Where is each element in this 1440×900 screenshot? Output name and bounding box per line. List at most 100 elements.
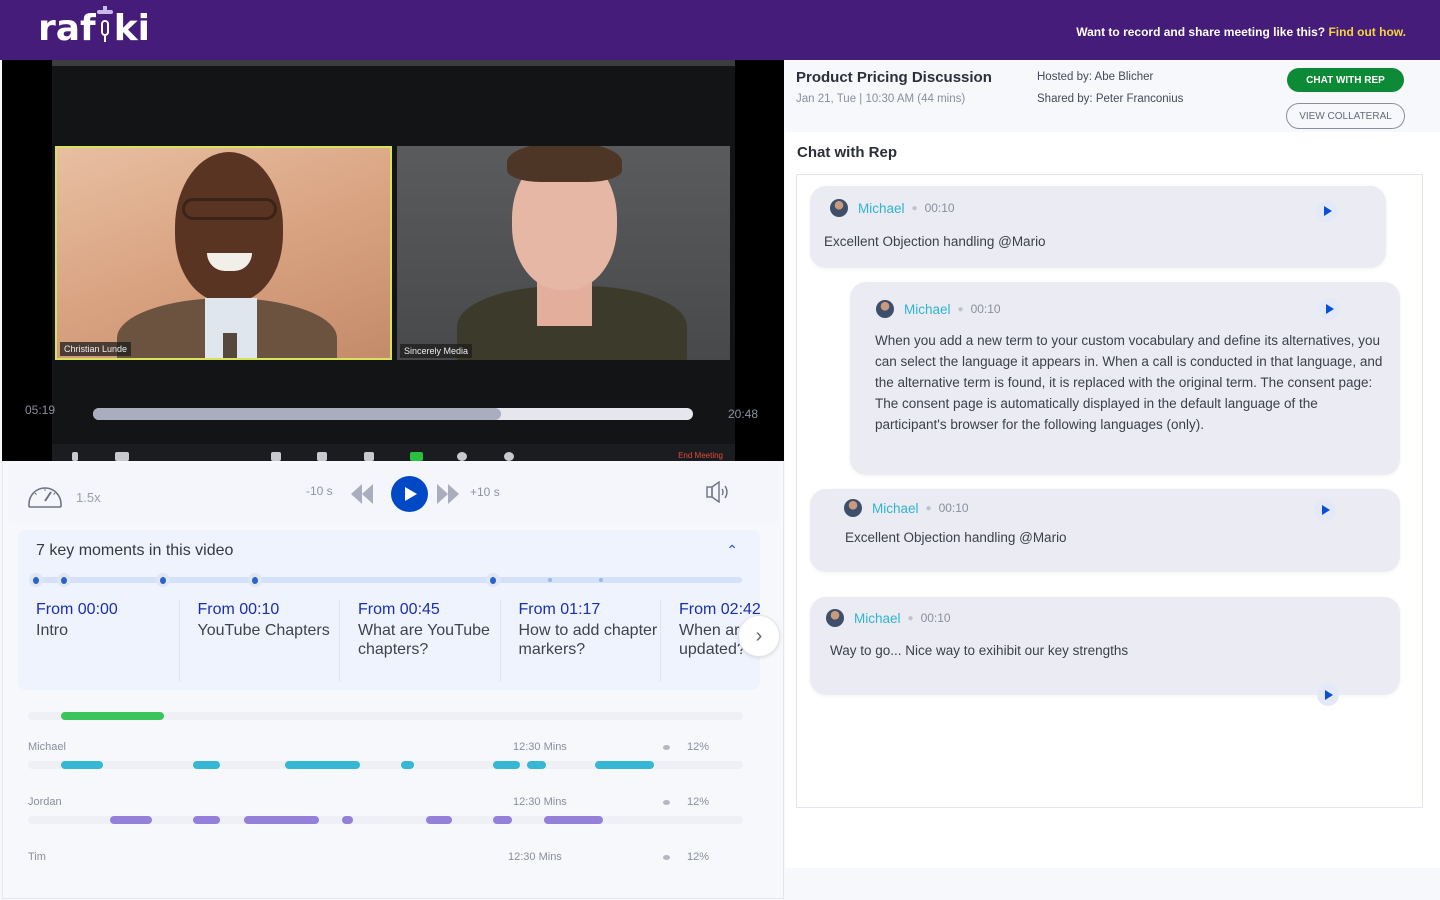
speaker-segment[interactable] xyxy=(425,816,452,824)
speaker-segment[interactable] xyxy=(109,816,152,824)
key-moment-time[interactable]: From 01:17 xyxy=(519,600,660,620)
key-moments-list: From 00:00 Intro From 00:10 YouTube Chapter… xyxy=(18,600,760,682)
key-moment-marker[interactable] xyxy=(594,573,608,587)
play-message-button[interactable] xyxy=(1318,298,1340,320)
speaker-name: Tim xyxy=(28,851,46,863)
play-message-button[interactable] xyxy=(1316,200,1338,222)
speaker-segment[interactable] xyxy=(401,761,415,769)
participant-hair xyxy=(507,146,622,182)
key-moment-item[interactable]: From 00:00 Intro xyxy=(18,600,178,682)
speaker-segment[interactable] xyxy=(493,761,520,769)
chevron-up-icon[interactable]: ⌃ xyxy=(726,542,738,559)
participants-icon xyxy=(317,452,327,461)
key-moment-marker[interactable] xyxy=(543,573,557,587)
participant-video-image xyxy=(175,152,283,302)
participant-tie xyxy=(223,333,237,358)
speaker-segment[interactable] xyxy=(193,761,220,769)
skip-forward-label[interactable]: +10 s xyxy=(470,485,500,499)
speaker-timeline[interactable] xyxy=(28,761,743,769)
seek-bar[interactable] xyxy=(93,408,693,420)
message-timestamp[interactable]: 00:10 xyxy=(939,501,969,515)
speaker-segment[interactable] xyxy=(193,816,220,824)
key-moments-track[interactable] xyxy=(29,573,742,587)
key-moment-time[interactable]: From 00:00 xyxy=(36,600,178,620)
video-player[interactable]: Christian Lunde Sincerely Media End Meet… xyxy=(2,60,784,461)
chat-with-rep-button[interactable]: CHAT WITH REP xyxy=(1287,68,1404,92)
speaker-segment[interactable] xyxy=(243,816,319,824)
promo-text: Want to record and share meeting like th… xyxy=(1076,25,1326,39)
speaker-segment[interactable] xyxy=(594,761,654,769)
separator-dot: ● xyxy=(911,202,918,214)
message-timestamp[interactable]: 00:10 xyxy=(971,302,1001,316)
rewind-icon[interactable] xyxy=(350,482,374,511)
play-button[interactable] xyxy=(391,476,428,512)
speaker-row: Michael 12:30 Mins 12% xyxy=(28,741,743,781)
key-moment-marker[interactable] xyxy=(156,573,171,587)
key-moment-time[interactable]: From 00:45 xyxy=(358,600,499,620)
playback-speed[interactable]: 1.5x xyxy=(76,490,101,505)
play-message-button[interactable] xyxy=(1314,499,1336,521)
speaker-color-dot xyxy=(663,745,670,750)
speaker-name: Michael xyxy=(28,741,66,753)
rafiki-logo[interactable]: raf ki xyxy=(38,6,150,49)
volume-icon[interactable] xyxy=(705,480,733,508)
speaker-segment[interactable] xyxy=(60,761,104,769)
speedometer-icon[interactable] xyxy=(26,482,64,513)
key-moment-item[interactable]: From 00:10 YouTube Chapters xyxy=(178,600,339,682)
speaker-segment[interactable] xyxy=(544,816,603,824)
participant-name-label: Sincerely Media xyxy=(400,344,473,358)
security-icon xyxy=(271,452,281,461)
chat-heading: Chat with Rep xyxy=(797,144,897,161)
avatar xyxy=(826,609,844,627)
share-screen-icon xyxy=(410,452,423,461)
speaker-segment[interactable] xyxy=(527,761,546,769)
next-moments-button[interactable]: › xyxy=(738,615,780,657)
speaker-segment[interactable] xyxy=(492,816,513,824)
recording-titlebar xyxy=(52,60,735,66)
speaker-row: Jordan 12:30 Mins 12% xyxy=(28,796,743,836)
meeting-title: Product Pricing Discussion xyxy=(796,69,992,86)
speaker-timeline[interactable] xyxy=(28,816,743,824)
message-timestamp[interactable]: 00:10 xyxy=(921,611,951,625)
fast-forward-icon[interactable] xyxy=(436,482,460,511)
key-moment-time[interactable]: From 00:10 xyxy=(198,600,339,620)
microphone-icon xyxy=(96,6,114,44)
video-camera-icon xyxy=(115,452,129,461)
key-moments-title: 7 key moments in this video xyxy=(36,542,234,559)
view-collateral-button[interactable]: VIEW COLLATERAL xyxy=(1286,103,1405,129)
speaker-segment[interactable] xyxy=(341,816,354,824)
separator-dot: ● xyxy=(925,502,932,514)
record-icon xyxy=(457,452,467,461)
key-moment-title: What are YouTube chapters? xyxy=(358,622,490,658)
play-message-button[interactable] xyxy=(1317,684,1339,706)
chat-messages[interactable]: Michael ● 00:10 Excellent Objection hand… xyxy=(796,174,1423,808)
message-author[interactable]: Michael xyxy=(858,201,905,216)
key-moment-marker[interactable] xyxy=(29,573,43,587)
play-icon xyxy=(1325,690,1333,700)
key-moment-item[interactable]: From 01:17 How to add chapter markers? xyxy=(499,600,660,682)
participant-tile: Christian Lunde xyxy=(55,146,392,360)
avatar xyxy=(876,300,894,318)
message-timestamp[interactable]: 00:10 xyxy=(925,201,955,215)
overall-timeline[interactable] xyxy=(28,712,743,720)
play-icon xyxy=(1324,206,1332,216)
avatar xyxy=(844,499,862,517)
hosted-by: Hosted by: Abe Blicher xyxy=(1037,71,1154,83)
find-out-how-link[interactable]: Find out how. xyxy=(1328,25,1406,39)
speaker-name: Jordan xyxy=(28,796,62,808)
chat-message: Michael ● 00:10 Way to go... Nice way to… xyxy=(810,597,1400,706)
key-moment-marker[interactable] xyxy=(247,573,262,587)
key-moment-marker[interactable] xyxy=(486,573,501,587)
speaker-segment[interactable] xyxy=(284,761,360,769)
chevron-right-icon: › xyxy=(755,624,763,647)
playback-controls: 1.5x -10 s +10 s xyxy=(8,463,780,523)
reactions-icon xyxy=(504,452,514,461)
message-author[interactable]: Michael xyxy=(854,611,901,626)
message-author[interactable]: Michael xyxy=(872,501,919,516)
key-moment-marker[interactable] xyxy=(57,573,72,587)
message-author[interactable]: Michael xyxy=(904,302,951,317)
skip-back-label[interactable]: -10 s xyxy=(306,484,333,498)
key-moment-item[interactable]: From 00:45 What are YouTube chapters? xyxy=(339,600,499,682)
chat-icon xyxy=(364,452,374,461)
seek-bar-progress xyxy=(93,408,501,420)
